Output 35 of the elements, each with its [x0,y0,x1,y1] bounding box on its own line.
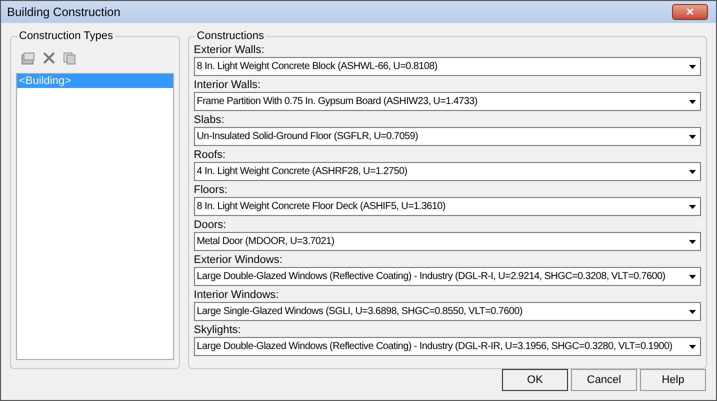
construction-dropdown[interactable]: Large Double-Glazed Windows (Reflective Coating) - Industry (DGL-R-I, U=2.9214, SHGC=0.3208, VLT=0.7600) [194,267,701,286]
window-title: Building Construction [7,4,120,21]
dropdown-arrow-icon [689,310,696,314]
dialog-button[interactable]: Help [640,369,706,391]
dialog-button[interactable]: OK [502,369,568,391]
construction-dropdown[interactable]: 4 In. Light Weight Concrete (ASHRF28, U=1.2750) [194,162,701,181]
add-icon[interactable] [21,52,35,64]
field-label: Exterior Walls: [194,43,266,57]
copy-icon[interactable] [63,52,76,64]
construction-dropdown[interactable]: Metal Door (MDOOR, U=3.7021) [194,232,701,251]
dropdown-arrow-icon [689,240,696,244]
field-label: Roofs: [194,148,227,162]
construction-dropdown[interactable]: 8 In. Light Weight Concrete Block (ASHWL-66, U=0.8108) [194,57,701,76]
field-label: Doors: [194,218,228,232]
dropdown-arrow-icon [689,100,696,104]
dropdown-arrow-icon [689,204,696,208]
field-label: Slabs: [194,113,226,127]
construction-dropdown[interactable]: Frame Partition With 0.75 In. Gypsum Board (ASHIW23, U=1.4733) [194,92,701,111]
dropdown-arrow-icon [689,344,696,348]
dropdown-arrow-icon [689,134,696,138]
construction-dropdown[interactable]: 8 In. Light Weight Concrete Floor Deck (ASHIF5, U=1.3610) [194,197,701,216]
dropdown-arrow-icon [689,274,696,278]
field-label: Exterior Windows: [194,253,284,267]
delete-icon[interactable] [43,52,55,64]
dialog-button[interactable]: Cancel [571,369,637,391]
field-label: Interior Windows: [194,288,280,302]
field-label: Floors: [194,183,228,197]
dropdown-arrow-icon [689,170,696,174]
construction-dropdown[interactable]: Large Double-Glazed Windows (Reflective Coating) - Industry (DGL-R-IR, U=3.1956, SHGC=0.3280, VLT=0.1900) [194,337,701,356]
field-label: Interior Walls: [194,78,262,92]
construction-dropdown[interactable]: Large Single-Glazed Windows (SGLI, U=3.6898, SHGC=0.8550, VLT=0.7600) [194,302,701,321]
construction-dropdown[interactable]: Un-Insulated Solid-Ground Floor (SGFLR, U=0.7059) [194,127,701,146]
group-title: Construction Types [17,29,115,43]
field-label: Skylights: [194,323,242,337]
dropdown-arrow-icon [689,64,696,68]
